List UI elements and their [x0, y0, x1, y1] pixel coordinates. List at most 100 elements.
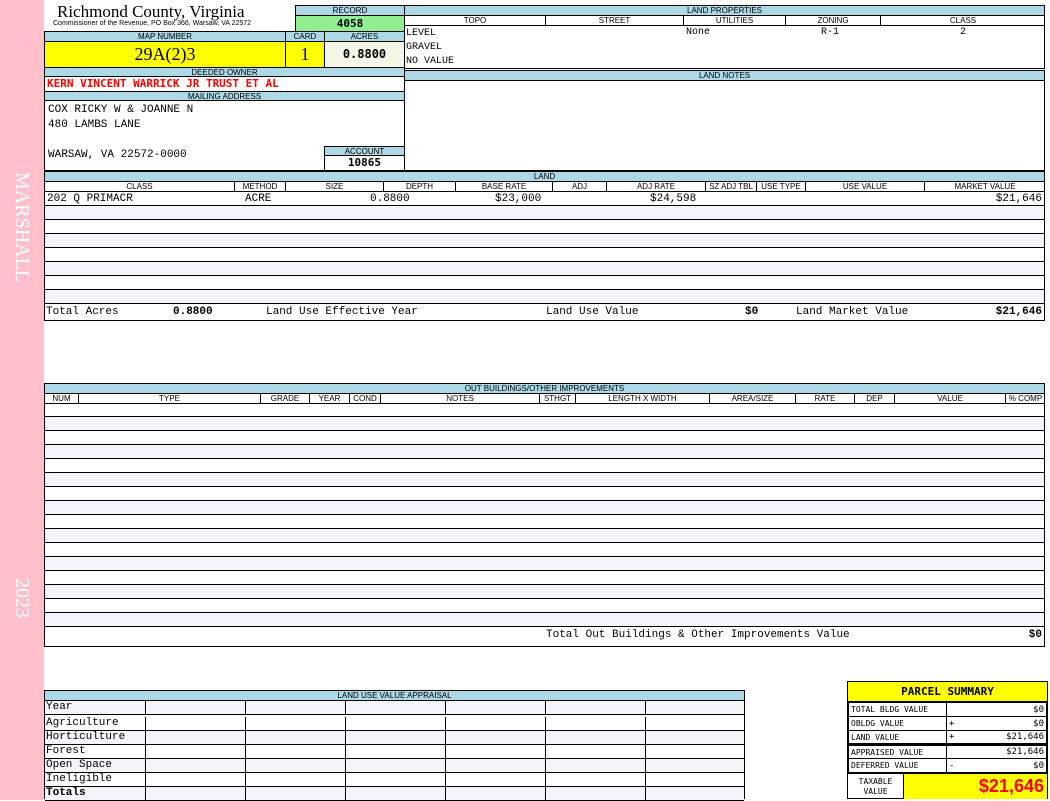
summary-label: OBLDG VALUE [848, 716, 947, 731]
table-row [45, 543, 1044, 557]
land-use-value: $0 [745, 306, 759, 318]
column-divider [545, 717, 546, 731]
land-use-row-label: Totals [46, 787, 86, 799]
summary-row: TOTAL BLDG VALUE $0 [848, 702, 1047, 717]
map-number-value: 29A(2)3 [44, 41, 286, 68]
column-divider [345, 731, 346, 745]
utilities-value: None [686, 27, 711, 38]
taxable-value-label: TAXABLE VALUE [848, 774, 904, 799]
column-divider [245, 745, 246, 759]
column-divider [345, 745, 346, 759]
column-divider [145, 731, 146, 745]
outbuilding-header: GRADE [261, 394, 310, 404]
outbuilding-header: % COMP [1006, 394, 1045, 404]
column-divider [545, 773, 546, 787]
land-header: CLASS [45, 182, 235, 192]
outbuilding-header: COND [350, 394, 381, 404]
land-header: USE VALUE [806, 182, 925, 192]
table-row [45, 192, 1044, 206]
column-divider [645, 717, 646, 731]
outbuilding-header: NUM [45, 394, 79, 404]
outbuilding-header: LENGTH X WIDTH [576, 394, 710, 404]
summary-label: LAND VALUE [848, 730, 947, 745]
topo-2: GRAVEL [406, 42, 443, 53]
acres-value: 0.8800 [324, 41, 405, 68]
table-row [45, 501, 1044, 515]
column-divider [445, 701, 446, 715]
summary-value: + $21,646 [946, 730, 1047, 745]
table-row [45, 290, 1044, 304]
column-divider [445, 745, 446, 759]
land-header: ADJ RATE [607, 182, 706, 192]
mailing-line-1: COX RICKY W & JOANNE N [48, 104, 194, 116]
summary-value: - $0 [946, 758, 1047, 773]
summary-operator: + [949, 732, 955, 742]
column-divider [645, 787, 646, 801]
summary-amount: $0 [1033, 760, 1044, 771]
land-use-row-label: Forest [46, 745, 86, 757]
table-row [45, 613, 1044, 627]
parcel-summary-title: PARCEL SUMMARY [848, 682, 1047, 702]
land-properties: TOPO STREET UTILITIES ZONING CLASS LEVEL… [404, 15, 1045, 69]
summary-value: $21,646 [946, 744, 1047, 759]
land-use-row-label: Year [46, 701, 73, 713]
outbuildings-total: $0 [1028, 629, 1042, 641]
column-divider [445, 759, 446, 773]
outbuilding-header: RATE [796, 394, 855, 404]
land-header: MARKET VALUE [925, 182, 1045, 192]
deeded-owner-value: KERN VINCENT WARRICK JR TRUST ET AL [44, 76, 405, 92]
table-row [45, 417, 1044, 431]
land-use-row-label: Horticulture [46, 731, 126, 743]
land-header: SIZE [286, 182, 384, 192]
table-row [45, 248, 1044, 262]
table-row [45, 473, 1044, 487]
land-use-row: Agriculture [45, 717, 744, 731]
table-row [45, 234, 1044, 248]
outbuilding-header: VALUE [895, 394, 1006, 404]
header-street: STREET [546, 16, 684, 26]
column-divider [345, 773, 346, 787]
column-divider [245, 717, 246, 731]
sidebar-name: MARSHALL [11, 172, 33, 283]
table-row [45, 459, 1044, 473]
summary-value: + $0 [946, 716, 1047, 731]
summary-value: $0 [946, 702, 1047, 717]
account-value: 10865 [324, 155, 405, 171]
land-market-value-label: Land Market Value [796, 306, 909, 318]
land-use-row: Horticulture [45, 731, 744, 745]
column-divider [445, 731, 446, 745]
record-value: 4058 [295, 15, 405, 32]
land-use-row-label: Agriculture [46, 717, 119, 729]
land-market-value: $21,646 [995, 193, 1042, 205]
outbuilding-header: NOTES [381, 394, 540, 404]
column-divider [545, 701, 546, 715]
outbuilding-header: YEAR [310, 394, 350, 404]
summary-label: APPRAISED VALUE [848, 744, 947, 759]
land-header: DEPTH [384, 182, 456, 192]
table-row [45, 206, 1044, 220]
table-row [45, 585, 1044, 599]
outbuilding-header: STHGT [540, 394, 576, 404]
land-header: METHOD [235, 182, 286, 192]
table-row [45, 262, 1044, 276]
table-row [45, 445, 1044, 459]
mailing-line-2: 480 LAMBS LANE [48, 119, 141, 131]
column-divider [645, 701, 646, 715]
column-divider [345, 759, 346, 773]
column-divider [245, 773, 246, 787]
land-header: ADJ [553, 182, 607, 192]
topo-3: NO VALUE [406, 56, 455, 67]
land-use-row-label: Open Space [46, 759, 113, 771]
column-divider [445, 773, 446, 787]
column-divider [145, 759, 146, 773]
land-notes [404, 80, 1045, 171]
land-header: SZ ADJ TBL [706, 182, 757, 192]
column-divider [545, 745, 546, 759]
taxable-value: $21,646 [904, 774, 1047, 799]
land-size: 0.8800 [370, 193, 410, 205]
summary-operator: - [949, 760, 955, 771]
page-subtitle: Commissioner of the Revenue, PO Box 366,… [53, 20, 252, 27]
land-method: ACRE [245, 193, 272, 205]
outbuilding-rows [45, 403, 1044, 627]
zoning-value: R-1 [821, 27, 840, 38]
